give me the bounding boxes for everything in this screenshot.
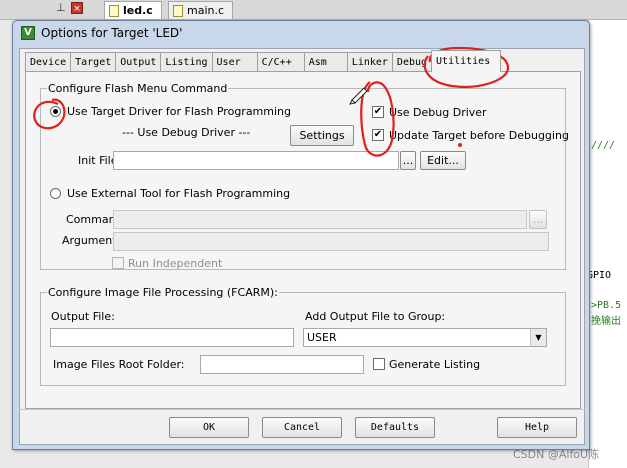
- output-file-label: Output File:: [51, 310, 115, 323]
- command-browse-button[interactable]: ...: [529, 210, 547, 229]
- generate-listing-label: Generate Listing: [389, 358, 481, 371]
- run-independent-checkbox[interactable]: [112, 257, 124, 269]
- defaults-button[interactable]: Defaults: [355, 417, 435, 438]
- dialog-titlebar[interactable]: V Options for Target 'LED': [13, 21, 589, 45]
- code-comment: >PB.5: [591, 300, 622, 311]
- arguments-input[interactable]: [113, 232, 549, 251]
- run-independent-label: Run Independent: [128, 257, 223, 270]
- help-button[interactable]: Help: [497, 417, 577, 438]
- edit-button[interactable]: Edit...: [420, 151, 466, 170]
- keil-app-icon: V: [21, 26, 35, 40]
- c-file-icon: [109, 4, 119, 17]
- cancel-button[interactable]: Cancel: [262, 417, 342, 438]
- code-comment: ////: [591, 140, 616, 151]
- use-external-tool-radio[interactable]: [50, 188, 61, 199]
- code-editor[interactable]: //// GPIO >PB.5 挽输出: [587, 20, 627, 468]
- tab-target[interactable]: Target: [70, 52, 117, 72]
- tab-debug[interactable]: Debug: [391, 52, 433, 72]
- utilities-panel: Configure Flash Menu Command Use Target …: [25, 71, 581, 409]
- use-debug-driver-caption: --- Use Debug Driver ---: [122, 126, 251, 139]
- footer-divider: [19, 409, 585, 410]
- root-folder-input[interactable]: [200, 355, 364, 374]
- output-group-value: USER: [307, 331, 337, 344]
- code-line: GPIO: [587, 270, 612, 281]
- tab-linker[interactable]: Linker: [346, 52, 393, 72]
- output-group-select[interactable]: USER ▼: [303, 328, 547, 347]
- output-file-input[interactable]: [50, 328, 294, 347]
- tab-utilities[interactable]: Utilities: [431, 50, 502, 72]
- chevron-down-icon[interactable]: ▼: [530, 329, 546, 346]
- command-input[interactable]: [113, 210, 527, 229]
- init-file-browse-button[interactable]: ...: [400, 151, 416, 170]
- pin-icon[interactable]: ⊥: [56, 1, 66, 14]
- update-target-checkbox[interactable]: ✔: [372, 129, 384, 141]
- editor-tab-led[interactable]: led.c: [104, 1, 162, 19]
- ok-button[interactable]: OK: [169, 417, 249, 438]
- tab-listing[interactable]: Listing: [160, 52, 213, 72]
- tab-output[interactable]: Output: [115, 52, 162, 72]
- use-target-driver-label: Use Target Driver for Flash Programming: [67, 105, 292, 118]
- code-comment: 挽输出: [591, 316, 621, 327]
- flash-group-legend: Configure Flash Menu Command: [48, 82, 228, 95]
- c-file-icon: [173, 4, 183, 17]
- tab-asm[interactable]: Asm: [303, 52, 348, 72]
- options-tab-strip: Device Target Output Listing User C/C++ …: [25, 50, 502, 72]
- ide-tab-bar: ⊥ × led.c main.c: [0, 0, 627, 20]
- close-icon[interactable]: ×: [71, 2, 83, 14]
- tab-device[interactable]: Device: [25, 52, 72, 72]
- update-target-label: Update Target before Debugging: [389, 129, 569, 142]
- dialog-title: Options for Target 'LED': [41, 26, 183, 40]
- image-group-legend: Configure Image File Processing (FCARM):: [48, 286, 278, 299]
- root-folder-label: Image Files Root Folder:: [53, 358, 185, 371]
- tab-user[interactable]: User: [211, 52, 258, 72]
- use-debug-driver-checkbox[interactable]: ✔: [372, 106, 384, 118]
- editor-tab-main[interactable]: main.c: [168, 1, 234, 19]
- use-target-driver-radio[interactable]: [50, 106, 61, 117]
- init-file-input[interactable]: [113, 151, 399, 170]
- use-debug-driver-label: Use Debug Driver: [389, 106, 487, 119]
- options-dialog: V Options for Target 'LED' Device Target…: [12, 20, 590, 450]
- editor-tab-label: led.c: [123, 4, 153, 17]
- settings-button[interactable]: Settings: [290, 125, 354, 146]
- tab-c-cpp[interactable]: C/C++: [256, 52, 305, 72]
- generate-listing-checkbox[interactable]: [373, 358, 385, 370]
- add-output-group-label: Add Output File to Group:: [305, 310, 446, 323]
- editor-tab-label: main.c: [187, 4, 225, 17]
- use-external-tool-label: Use External Tool for Flash Programming: [67, 187, 291, 200]
